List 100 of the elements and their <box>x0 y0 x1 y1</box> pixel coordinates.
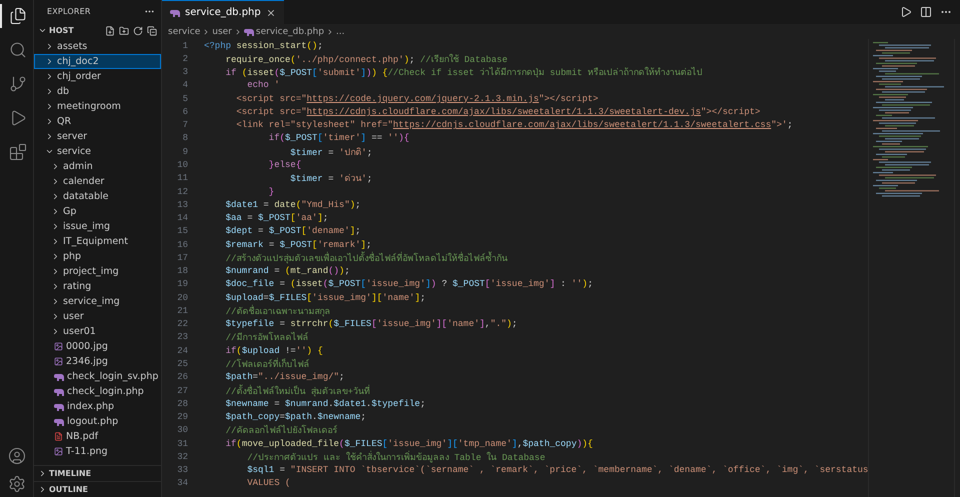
editor-tab[interactable]: service_db.php <box>162 0 284 24</box>
code-line: //คัดลอกไฟล์ไปยังโฟลเดอร์ <box>224 424 338 438</box>
code-line: $upload=$_FILES['issue_img']['name']; <box>224 292 426 303</box>
code-line: //โฟลเดอร์ที่เก็บไฟล์ <box>204 357 310 372</box>
breadcrumb-item[interactable]: service_db.php <box>256 26 324 36</box>
tree-item-label: Gp <box>63 206 76 217</box>
elephant-icon <box>170 8 180 16</box>
line-number: 25 <box>176 359 189 369</box>
tree-item[interactable]: check_login.php <box>34 384 161 399</box>
breadcrumb-item[interactable]: service <box>168 26 200 36</box>
tree-item-label: meetingroom <box>57 101 121 112</box>
new-folder-icon[interactable] <box>119 26 129 36</box>
tree-item[interactable]: chj_doc2 <box>34 54 161 69</box>
tree-item[interactable]: calender <box>34 174 161 189</box>
new-file-icon[interactable] <box>105 26 115 36</box>
tree-item[interactable]: admin <box>34 159 161 174</box>
line-number: 6 <box>182 106 189 117</box>
image-file-icon <box>54 342 63 351</box>
code-link[interactable]: https://cdnjs.cloudflare.com/ajax/libs/sweetalert/1.1.3/sweetalert-dev.js <box>306 106 701 117</box>
tree-item-label: server <box>57 131 88 142</box>
line-number: 34 <box>176 478 189 488</box>
line-number: 28 <box>176 398 189 409</box>
tree-item[interactable]: logout.php <box>34 414 161 429</box>
tree-item[interactable]: service <box>34 144 161 159</box>
line-number: 17 <box>176 252 189 263</box>
code-line: $date1 = date("Ymd_His"); <box>224 200 361 210</box>
tree-item-label: chj_order <box>57 71 101 82</box>
play-icon[interactable] <box>900 6 912 18</box>
tree-item[interactable]: chj_order <box>34 69 161 84</box>
code-line: echo ' <box>246 80 280 90</box>
tree-item[interactable]: NB.pdf <box>34 429 161 444</box>
tree-item[interactable]: Gp <box>34 204 161 219</box>
tree-item[interactable]: check_login_sv.php <box>34 369 161 384</box>
breadcrumb-item[interactable]: user <box>212 26 232 36</box>
tree-item[interactable]: datatable <box>34 189 161 204</box>
code-line: if($upload !='') { <box>224 346 323 356</box>
line-number: 2 <box>182 54 189 64</box>
tree-item[interactable]: service_img <box>34 294 161 309</box>
code-line: if(move_uploaded_file($_FILES['issue_img']['tmp_name'],$path_copy)){ <box>224 438 593 449</box>
collapse-icon[interactable] <box>147 26 157 36</box>
tree-item[interactable]: php <box>34 249 161 264</box>
account-icon[interactable] <box>8 447 26 465</box>
code-line: $numrand = (mt_rand()); <box>224 266 350 276</box>
tree-item-label: service <box>57 146 92 157</box>
tree-item-label: admin <box>63 161 93 172</box>
tree-item[interactable]: T-11.png <box>34 444 161 459</box>
tree-item-label: datatable <box>63 191 108 202</box>
line-number: 11 <box>176 173 189 184</box>
tree-item[interactable]: user <box>34 309 161 324</box>
elephant-icon <box>54 402 64 410</box>
tree-item-label: rating <box>63 281 92 292</box>
tree-item[interactable]: project_img <box>34 264 161 279</box>
code-line: $aa = $_POST['aa']; <box>224 213 328 224</box>
panel-title[interactable]: OUTLINE <box>49 485 88 494</box>
tree-item[interactable]: 0000.jpg <box>34 339 161 354</box>
tree-item[interactable]: assets <box>34 39 161 54</box>
line-number: 32 <box>176 452 189 462</box>
tree-item[interactable]: QR <box>34 114 161 129</box>
code-line: if($_POST['timer'] == ''){ <box>268 133 410 144</box>
code-line: $sql1 = "INSERT INTO `tbservice`(`sername` , `remark`, `price`, `membername`, `dename`, `office`, `img`, `serstatus <box>246 465 868 476</box>
line-number: 3 <box>182 67 189 78</box>
tree-item[interactable]: db <box>34 84 161 99</box>
tree-item[interactable]: meetingroom <box>34 99 161 114</box>
line-number: 8 <box>182 133 189 144</box>
tree-item-label: IT_Equipment <box>63 236 128 247</box>
line-number: 13 <box>176 200 189 210</box>
tree-item[interactable]: server <box>34 129 161 144</box>
code-line: //มีการอัพโหลดไฟล์ <box>224 330 308 344</box>
tree-item[interactable]: 2346.jpg <box>34 354 161 369</box>
chevron-right-icon[interactable] <box>38 469 47 478</box>
tree-item[interactable]: index.php <box>34 399 161 414</box>
tree-item-label: T-11.png <box>66 446 108 457</box>
tree-item[interactable]: IT_Equipment <box>34 234 161 249</box>
tree-item-label: chj_doc2 <box>57 56 99 67</box>
refresh-icon[interactable] <box>133 26 143 36</box>
settings-icon[interactable] <box>8 475 26 493</box>
code-link[interactable]: https://code.jquery.com/jquery-2.1.3.min.js <box>306 94 539 104</box>
breadcrumb-item[interactable]: ... <box>336 26 345 36</box>
close-icon[interactable] <box>266 8 276 18</box>
section-title[interactable]: HOST <box>49 26 103 35</box>
code-link[interactable]: https://cdnjs.cloudflare.com/ajax/libs/sweetalert/1.1.3/sweetalert.css <box>393 120 772 130</box>
split-editor-icon[interactable] <box>920 6 932 18</box>
tree-item[interactable]: rating <box>34 279 161 294</box>
tree-item[interactable]: issue_img <box>34 219 161 234</box>
tree-item-label: service_img <box>63 296 120 307</box>
panel-title[interactable]: TIMELINE <box>49 469 92 478</box>
tree-item-label: db <box>57 86 70 97</box>
code-line: //ประกาศตัวแปร และ ใช้คำสั่งในการเพิ่มข้อมูลลง Table ใน Database <box>246 450 546 464</box>
code-line: require_once('../php/connect.php'); //เรียกใช้ Database <box>224 52 508 66</box>
chevron-down-icon[interactable] <box>38 26 47 35</box>
blocks-icon <box>8 143 26 161</box>
code-line: <script src="https://code.jquery.com/jquery-2.1.3.min.js"></script> <box>235 94 598 104</box>
line-number: 33 <box>176 465 189 476</box>
tree-item-label: issue_img <box>63 221 110 232</box>
line-number: 26 <box>176 372 189 382</box>
chevron-right-icon[interactable] <box>38 485 47 494</box>
tree-item[interactable]: user01 <box>34 324 161 339</box>
document-icon <box>54 432 63 441</box>
tree-item-label: logout.php <box>67 416 118 427</box>
elephant-icon <box>54 418 64 426</box>
